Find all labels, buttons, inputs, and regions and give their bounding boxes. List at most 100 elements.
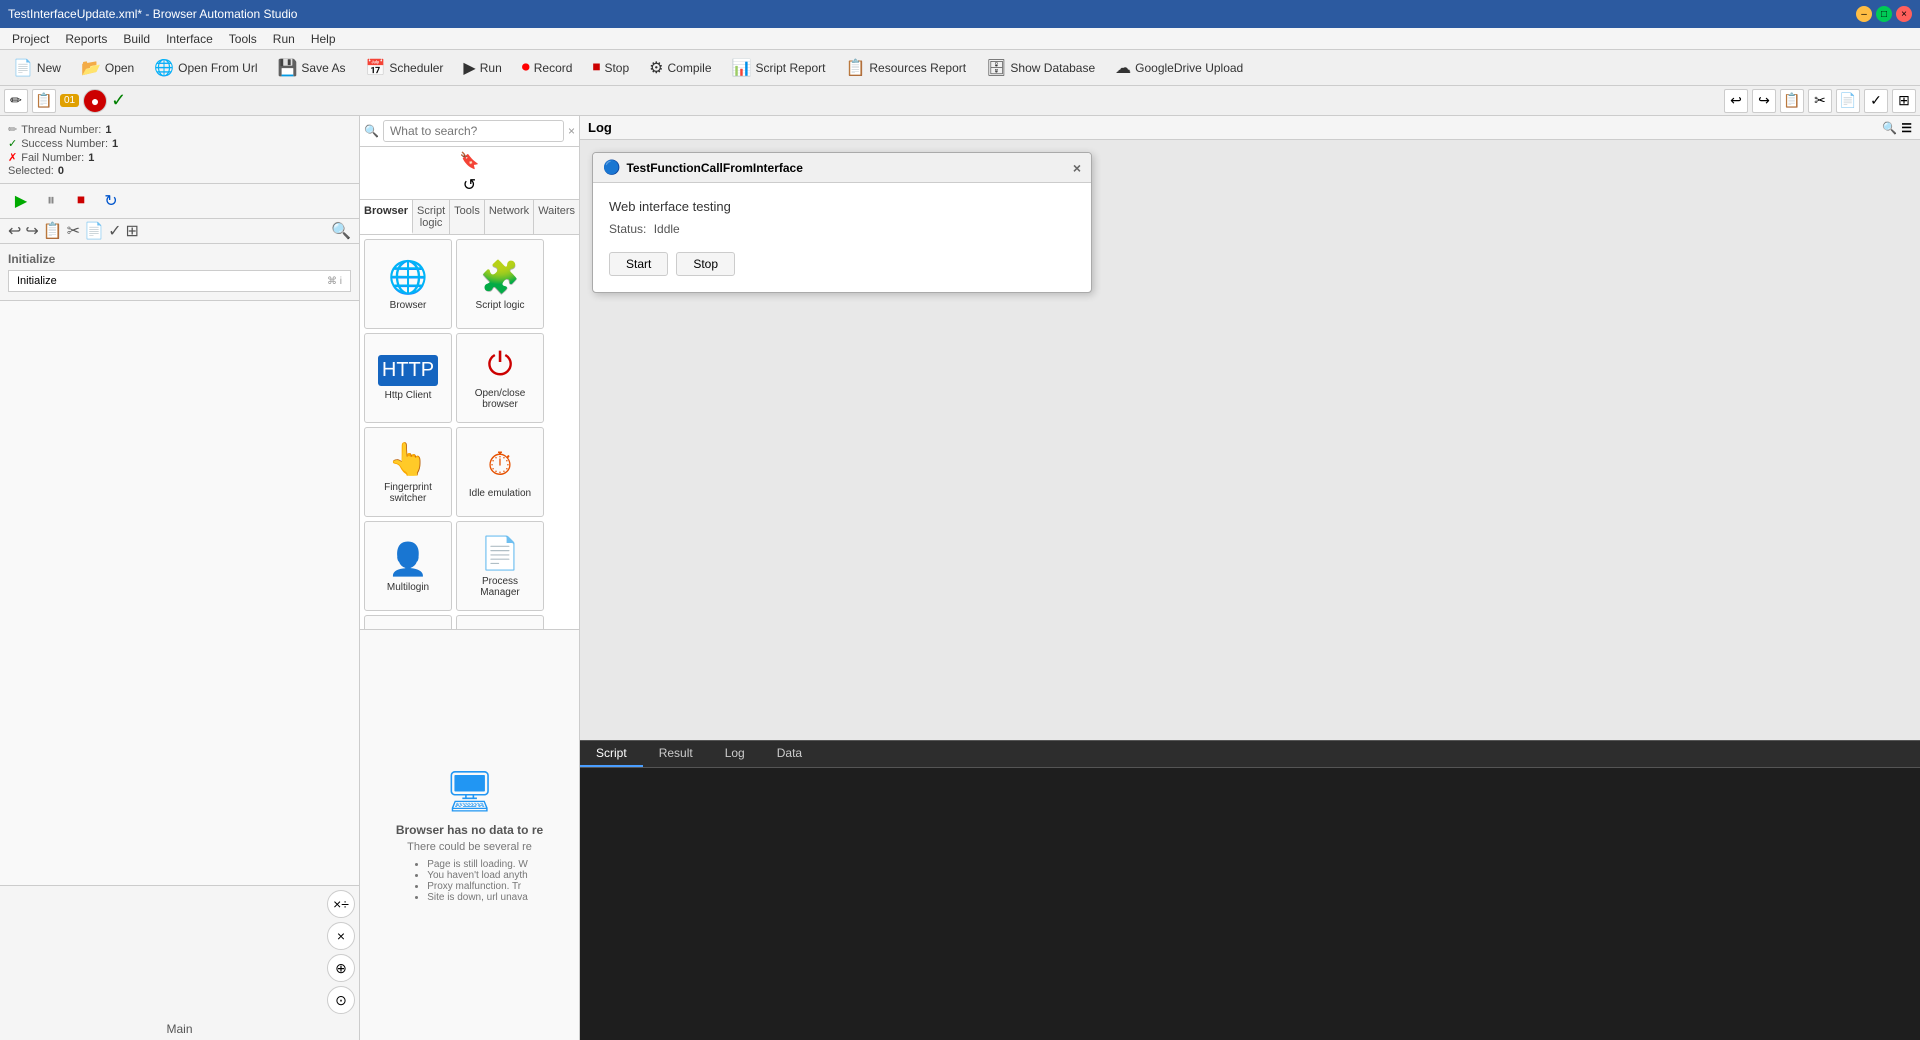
tab-waiters[interactable]: Waiters <box>534 200 580 234</box>
init-item[interactable]: Initialize ⌘ i <box>8 270 351 292</box>
copy-ed-btn[interactable]: 📋 <box>43 221 63 241</box>
refresh-btn[interactable]: ↺ <box>463 175 476 195</box>
menu-reports[interactable]: Reports <box>57 30 115 48</box>
menu-tools[interactable]: Tools <box>221 30 265 48</box>
main-layout: ✏ Thread Number: 1 ✓ Success Number: 1 ✗… <box>0 116 1920 1040</box>
search-ed-btn[interactable]: 🔍 <box>331 221 351 241</box>
undo-ed-btn[interactable]: ↩ <box>8 221 21 241</box>
editor-toolbar: ↩ ↪ 📋 ✂ 📄 ✓ ⊞ 🔍 <box>0 219 359 244</box>
tool-open-close-browser[interactable]: ⏻ Open/close browser <box>456 333 544 423</box>
open-button[interactable]: 📂 Open <box>72 54 143 82</box>
app-title: TestInterfaceUpdate.xml* - Browser Autom… <box>8 7 297 21</box>
copy2-btn[interactable]: 📋 <box>1780 89 1804 113</box>
dialog-body: Web interface testing Status: Iddle Star… <box>593 183 1091 292</box>
tab-log[interactable]: Log <box>709 741 761 767</box>
tab-network[interactable]: Network <box>485 200 534 234</box>
menu-interface[interactable]: Interface <box>158 30 221 48</box>
stop-toolbar-button[interactable]: ⏹ Stop <box>583 55 638 81</box>
tool-fingerprint-switcher[interactable]: 👆 Fingerprint switcher <box>364 427 452 517</box>
redo-ed-btn[interactable]: ↪ <box>25 221 38 241</box>
bookmark-btn[interactable]: 🔖 <box>460 151 480 171</box>
menu-build[interactable]: Build <box>115 30 158 48</box>
spinner-button[interactable]: ↻ <box>98 188 124 214</box>
script-edit-btn[interactable]: ✏ <box>4 89 28 113</box>
browser-sub-msg: There could be several re <box>407 841 532 853</box>
googledrive-upload-button[interactable]: ☁ GoogleDrive Upload <box>1106 54 1252 82</box>
log-menu-icon[interactable]: ☰ <box>1901 121 1912 135</box>
tab-browser[interactable]: Browser <box>360 200 413 234</box>
menu-project[interactable]: Project <box>4 30 57 48</box>
copy-btn[interactable]: 📋 <box>32 89 56 113</box>
tab-script-logic[interactable]: Script logic <box>413 200 450 234</box>
round-btn-1[interactable]: ×÷ <box>327 890 355 918</box>
compile-button[interactable]: ⚙ Compile <box>640 54 720 82</box>
menu-help[interactable]: Help <box>303 30 344 48</box>
round-btn-3[interactable]: ⊕ <box>327 954 355 982</box>
close-button[interactable]: × <box>1896 6 1912 22</box>
stop-button[interactable]: ⏹ <box>68 188 94 214</box>
tool-send-mail[interactable]: ✉ Send mail <box>456 615 544 629</box>
http-client-icon: HTTP <box>378 355 438 386</box>
dialog-close-button[interactable]: × <box>1073 160 1081 176</box>
left-panel: ✏ Thread Number: 1 ✓ Success Number: 1 ✗… <box>0 116 360 1040</box>
tool-idle-emulation[interactable]: ⏱ Idle emulation <box>456 427 544 517</box>
browser-area-icon: 🖥 <box>444 768 495 815</box>
script-logic-card-icon: 🧩 <box>480 258 520 296</box>
tab-result[interactable]: Result <box>643 741 709 767</box>
tool-receive-sms[interactable]: 💬 Receive sms <box>364 615 452 629</box>
fail-x-icon: ✗ <box>8 151 17 164</box>
menu-run[interactable]: Run <box>265 30 303 48</box>
pause-button[interactable]: ⏸ <box>38 188 64 214</box>
paste-ed-btn[interactable]: 📄 <box>84 221 104 241</box>
round-btn-2[interactable]: × <box>327 922 355 950</box>
toolbar: 📄 New 📂 Open 🌐 Open From Url 💾 Save As 📅… <box>0 50 1920 86</box>
grid-ed-btn[interactable]: ⊞ <box>125 221 138 241</box>
dialog-stop-button[interactable]: Stop <box>676 252 735 276</box>
dialog-start-button[interactable]: Start <box>609 252 668 276</box>
dialog-buttons: Start Stop <box>609 252 1075 276</box>
resources-report-button[interactable]: 📋 Resources Report <box>836 54 975 82</box>
maximize-button[interactable]: □ <box>1876 6 1892 22</box>
minimize-button[interactable]: – <box>1856 6 1872 22</box>
play-button[interactable]: ▶ <box>8 188 34 214</box>
cut-ed-btn[interactable]: ✂ <box>67 221 80 241</box>
tool-browser[interactable]: 🌐 Browser <box>364 239 452 329</box>
circle-btn[interactable]: ● <box>83 89 107 113</box>
tab-tools[interactable]: Tools <box>450 200 485 234</box>
browser-no-data-msg: Browser has no data to re <box>396 823 543 837</box>
main-label: Main <box>0 1018 359 1040</box>
tool-script-logic[interactable]: 🧩 Script logic <box>456 239 544 329</box>
bottom-controls: ×÷ × ⊕ ⊙ <box>0 885 359 1018</box>
tool-multilogin[interactable]: 👤 Multilogin <box>364 521 452 611</box>
tab-data[interactable]: Data <box>761 741 818 767</box>
close-search-icon[interactable]: × <box>568 124 575 138</box>
round-btn-4[interactable]: ⊙ <box>327 986 355 1014</box>
bottom-tabs: Script Result Log Data <box>580 741 1920 768</box>
undo-btn[interactable]: ↩ <box>1724 89 1748 113</box>
save-as-button[interactable]: 💾 Save As <box>269 54 355 82</box>
paste-btn[interactable]: 📄 <box>1836 89 1860 113</box>
open-from-url-button[interactable]: 🌐 Open From Url <box>145 54 266 82</box>
record-button[interactable]: ⏺ Record <box>513 55 582 81</box>
save-as-icon: 💾 <box>278 58 298 78</box>
redo-btn[interactable]: ↪ <box>1752 89 1776 113</box>
show-database-button[interactable]: 🗄 Show Database <box>977 54 1104 82</box>
check-btn[interactable]: ✓ <box>1864 89 1888 113</box>
new-button[interactable]: 📄 New <box>4 54 70 82</box>
log-search-icon[interactable]: 🔍 <box>1882 121 1897 135</box>
script-report-button[interactable]: 📊 Script Report <box>723 54 835 82</box>
init-label: Initialize <box>8 252 351 266</box>
tool-process-manager[interactable]: 📄 Process Manager <box>456 521 544 611</box>
tool-http-client[interactable]: HTTP Http Client <box>364 333 452 423</box>
log-title: Log <box>588 120 612 135</box>
bullet-4: Site is down, url unava <box>427 892 528 903</box>
thread-info: ✏ Thread Number: 1 ✓ Success Number: 1 ✗… <box>0 116 359 184</box>
cut-btn[interactable]: ✂ <box>1808 89 1832 113</box>
tab-script[interactable]: Script <box>580 741 643 767</box>
tool-grid: 🌐 Browser 🧩 Script logic HTTP Http Clien… <box>360 235 579 629</box>
scheduler-button[interactable]: 📅 Scheduler <box>356 54 452 82</box>
check-ed-btn[interactable]: ✓ <box>108 221 121 241</box>
grid-btn[interactable]: ⊞ <box>1892 89 1916 113</box>
search-input[interactable] <box>383 120 564 142</box>
run-button[interactable]: ▶ Run <box>454 54 510 82</box>
